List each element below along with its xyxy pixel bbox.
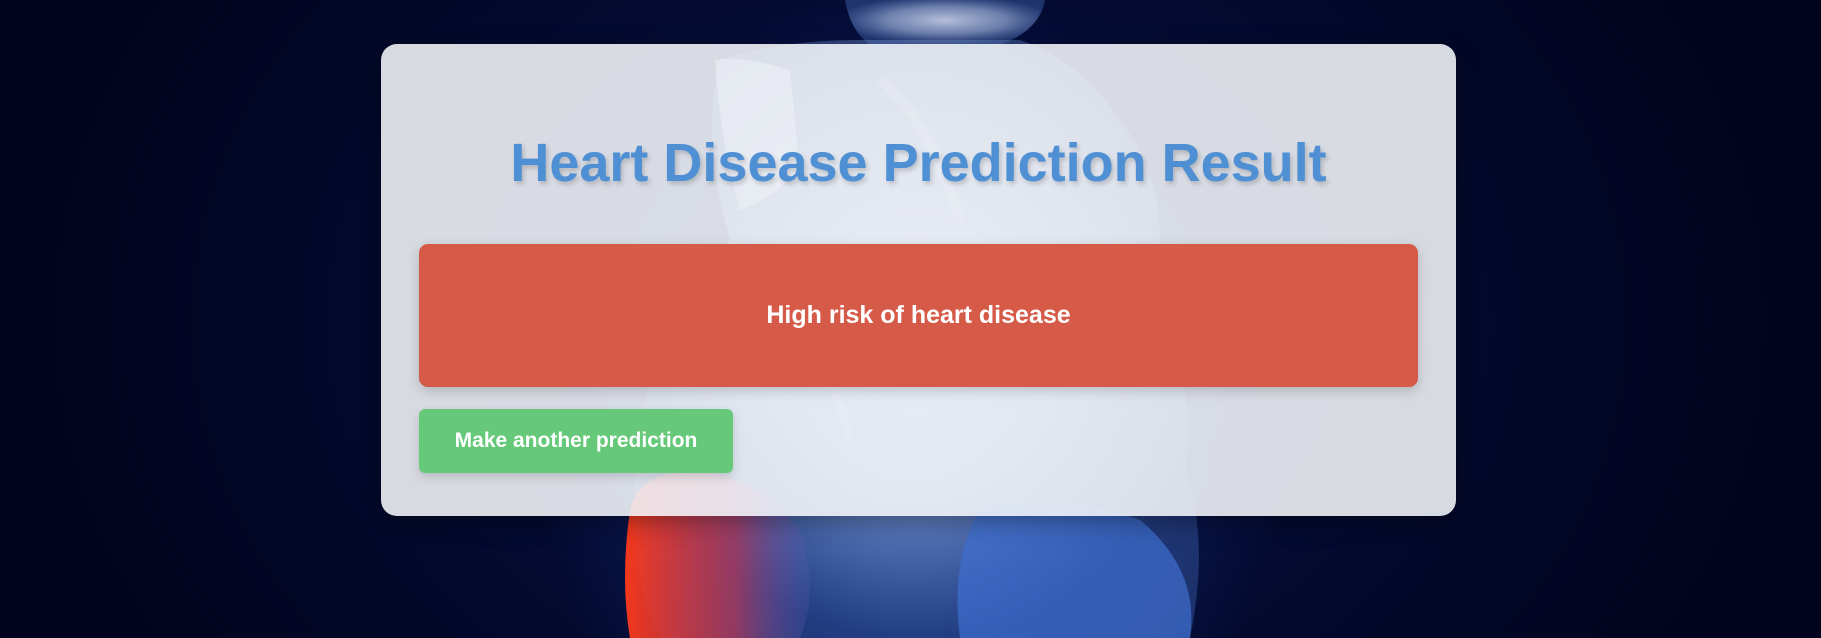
make-another-prediction-label: Make another prediction bbox=[454, 429, 698, 452]
page-title: Heart Disease Prediction Result bbox=[510, 133, 1327, 193]
make-another-prediction-button[interactable]: Make another prediction bbox=[419, 409, 733, 473]
result-banner: High risk of heart disease bbox=[419, 244, 1418, 387]
result-card: Heart Disease Prediction Result High ris… bbox=[381, 44, 1456, 516]
result-message: High risk of heart disease bbox=[766, 301, 1071, 329]
